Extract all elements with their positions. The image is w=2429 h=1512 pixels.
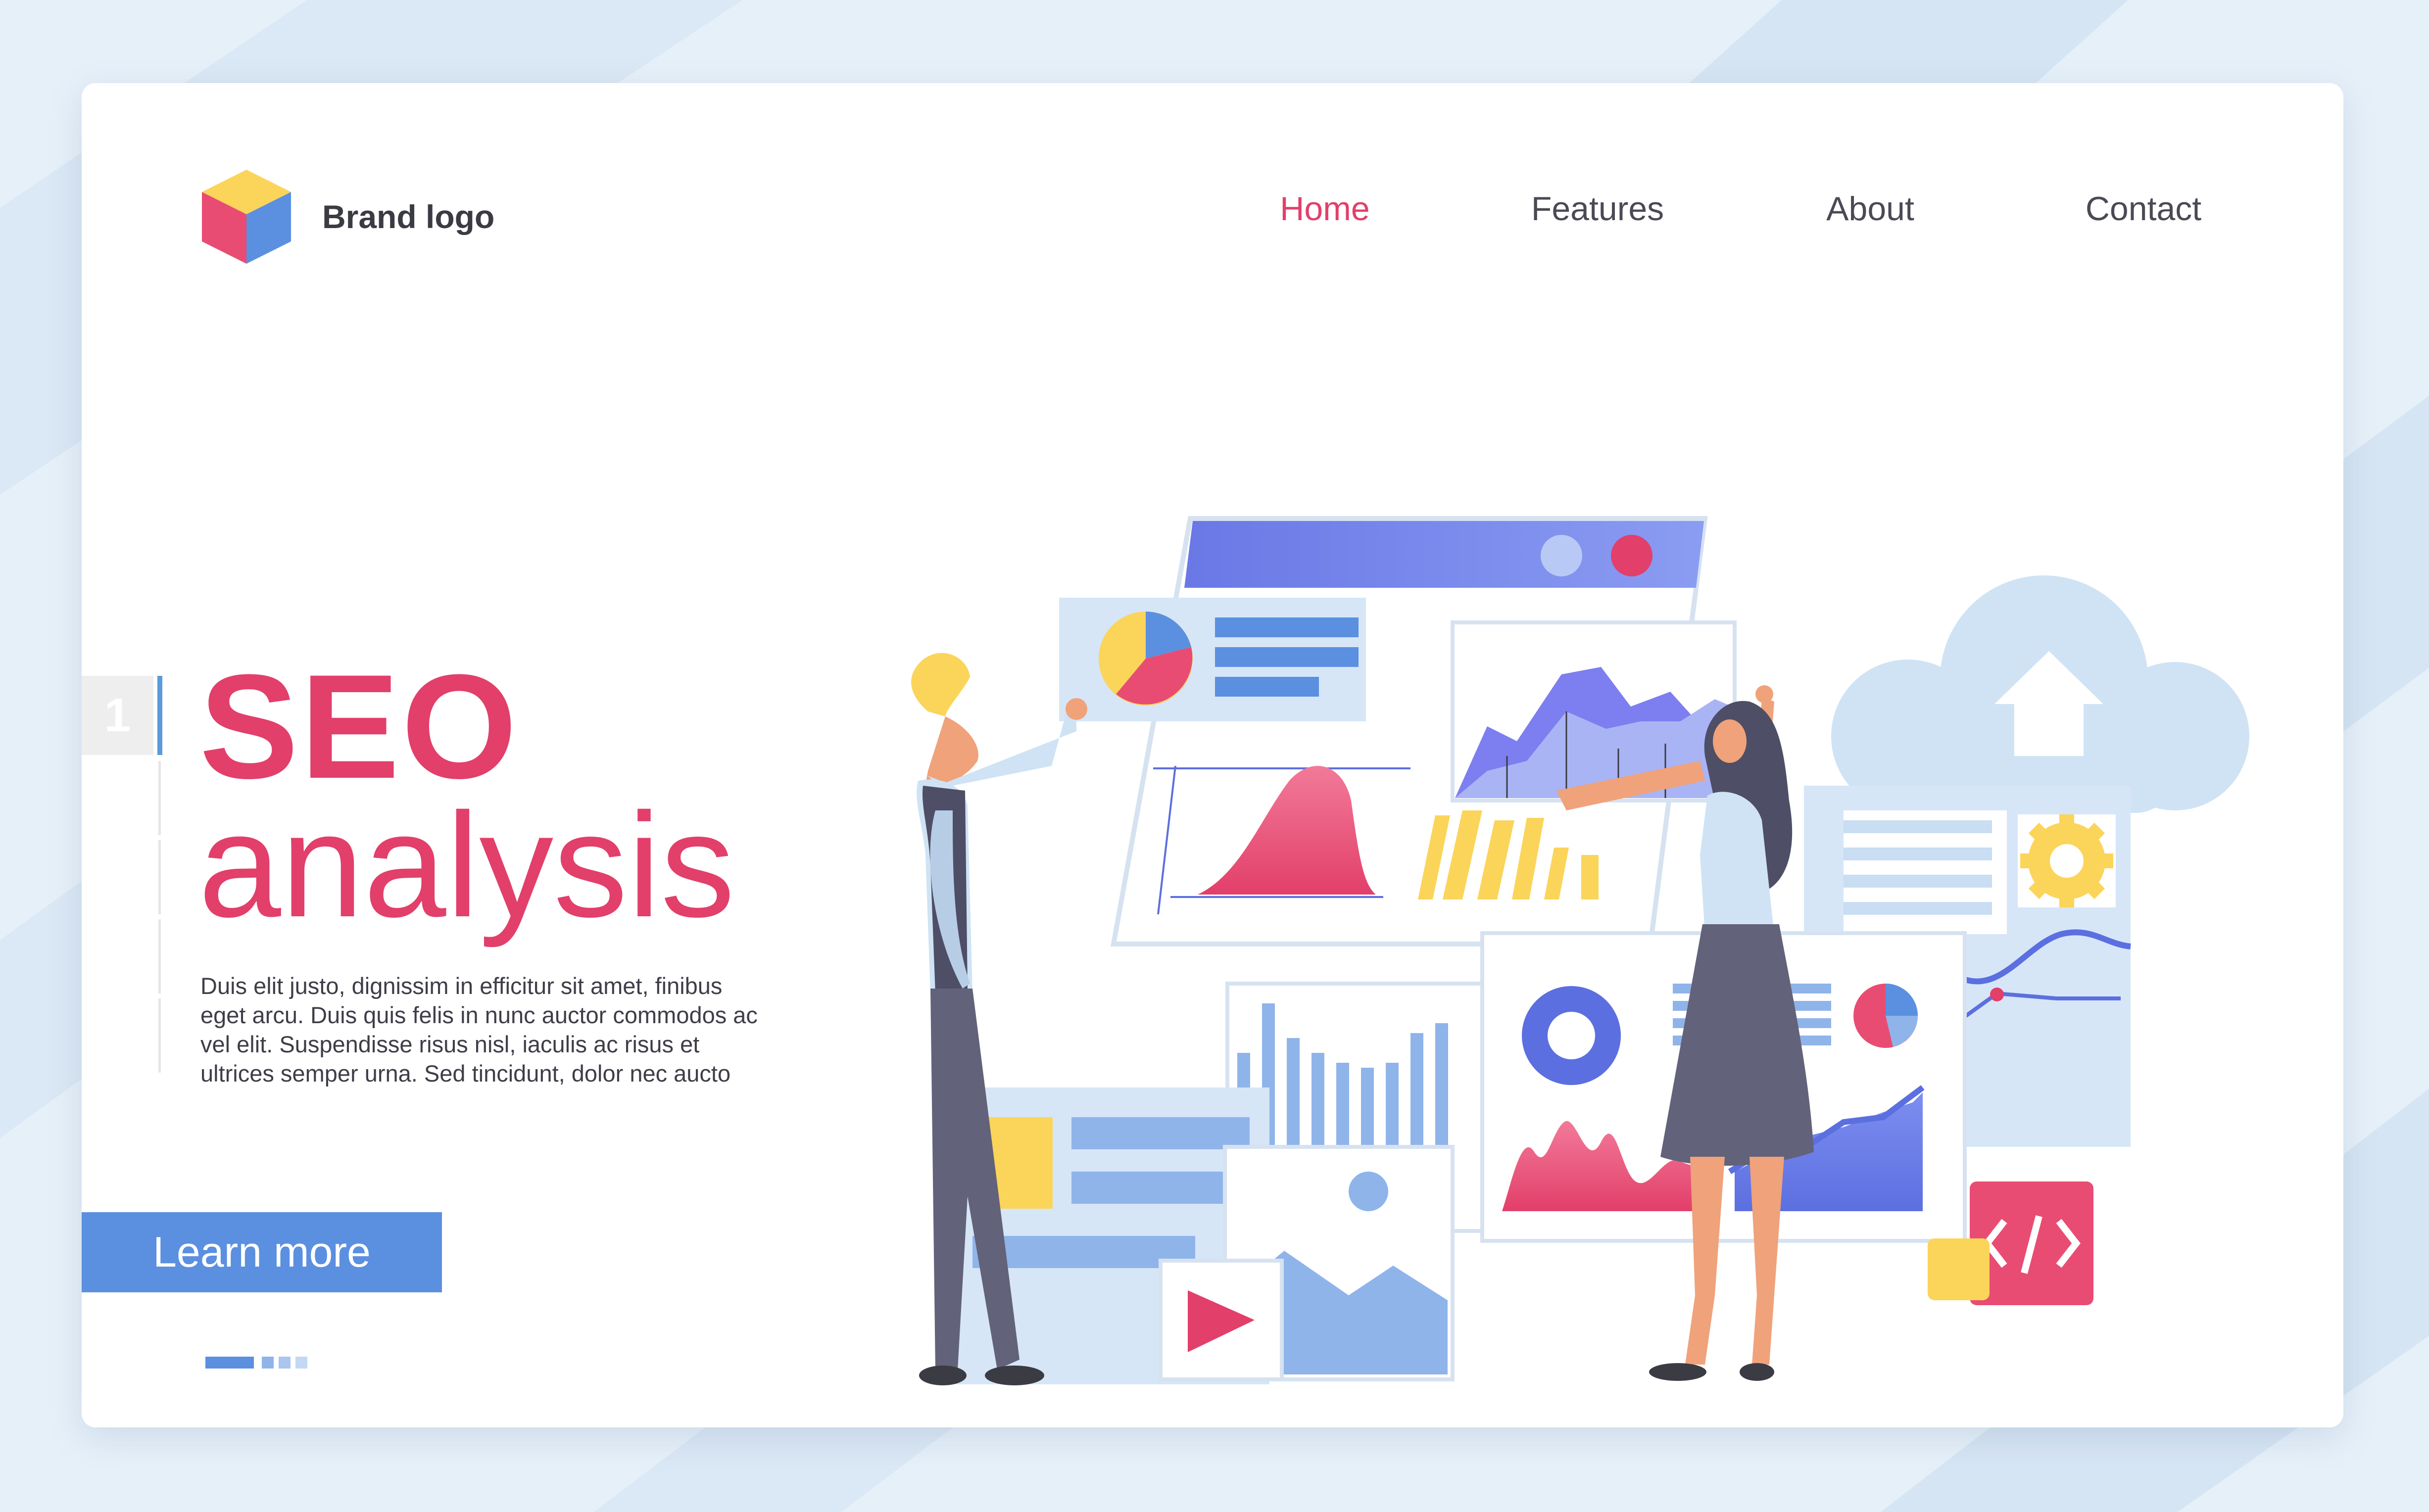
landing-card: Brand logo Home Features About Contact 1… — [82, 83, 2343, 1427]
play-video-icon — [1159, 1259, 1284, 1381]
pie-chart-icon — [1059, 598, 1366, 721]
gear-icon — [2020, 814, 2113, 907]
cloud-home-icon — [1831, 575, 2249, 813]
donut-chart-icon — [1522, 986, 1621, 1085]
seo-illustration — [911, 516, 2249, 1385]
